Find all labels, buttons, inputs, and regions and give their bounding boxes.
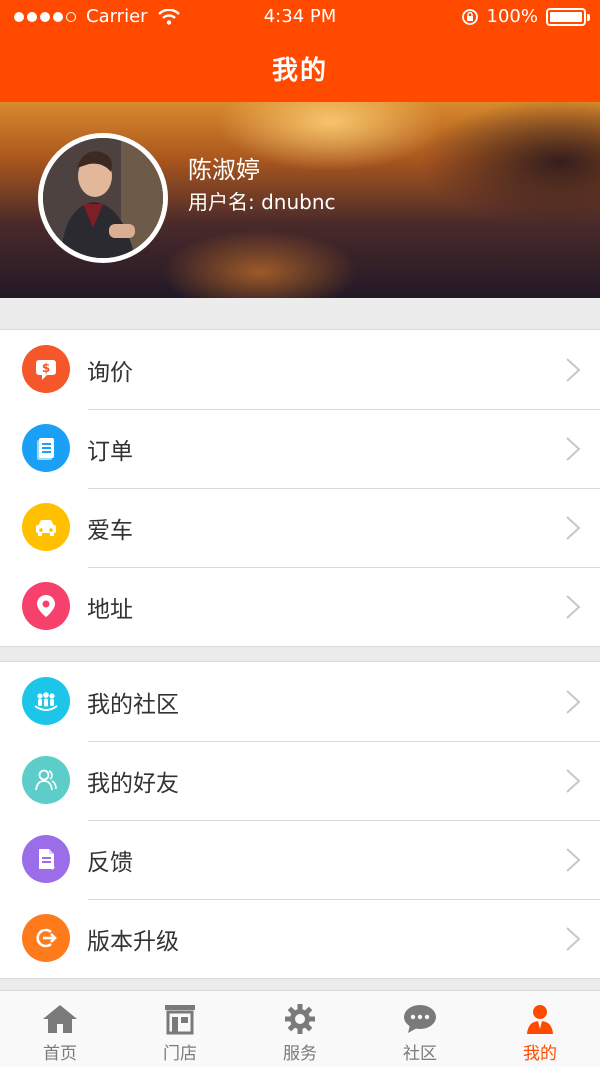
menu-item-label: 反馈 <box>87 849 133 876</box>
tab-label: 首页 <box>43 1044 77 1064</box>
battery-icon <box>546 7 590 26</box>
menu-item-label: 版本升级 <box>87 928 179 955</box>
tab-bar: 首页 门店 服务 社区 我的 <box>0 990 600 1067</box>
avatar-photo <box>43 138 163 258</box>
menu-item-version-upgrade[interactable]: 版本升级 <box>0 899 600 978</box>
profile-name: 陈淑婷 <box>188 156 260 184</box>
battery-percent: 100% <box>486 6 538 27</box>
profile-banner: 陈淑婷 用户名: dnubnc <box>0 102 600 298</box>
community-icon <box>22 677 70 725</box>
document-icon <box>22 424 70 472</box>
location-pin-icon <box>22 582 70 630</box>
chevron-right-icon <box>566 848 581 872</box>
menu-item-inquiry[interactable]: $ 询价 <box>0 330 600 409</box>
tab-home[interactable]: 首页 <box>0 991 120 1067</box>
user-icon <box>527 1005 553 1034</box>
menu-item-address[interactable]: 地址 <box>0 567 600 646</box>
svg-text:$: $ <box>42 361 50 375</box>
menu-item-my-friends[interactable]: 我的好友 <box>0 741 600 820</box>
status-bar: Carrier 4:34 PM 100% <box>0 0 600 34</box>
tab-mine[interactable]: 我的 <box>480 991 600 1067</box>
menu-item-my-car[interactable]: 爱车 <box>0 488 600 567</box>
tab-label: 服务 <box>283 1044 317 1064</box>
menu-item-orders[interactable]: 订单 <box>0 409 600 488</box>
menu-item-my-community[interactable]: 我的社区 <box>0 662 600 741</box>
page-title: 我的 <box>271 56 328 86</box>
chevron-right-icon <box>566 358 581 382</box>
avatar[interactable] <box>38 133 168 263</box>
chevron-right-icon <box>566 437 581 461</box>
chat-bubble-icon <box>404 1005 436 1033</box>
gear-icon <box>285 1004 315 1034</box>
rotation-lock-icon <box>461 8 478 25</box>
menu-item-label: 订单 <box>87 438 133 465</box>
chevron-right-icon <box>566 690 581 714</box>
tab-store[interactable]: 门店 <box>120 991 240 1067</box>
feedback-icon <box>22 835 70 883</box>
tab-label: 我的 <box>523 1044 557 1064</box>
upgrade-icon <box>22 914 70 962</box>
friend-icon <box>22 756 70 804</box>
menu-item-feedback[interactable]: 反馈 <box>0 820 600 899</box>
home-icon <box>43 1005 77 1033</box>
menu-item-label: 我的社区 <box>87 691 179 718</box>
top-bar: Carrier 4:34 PM 100% 我的 <box>0 0 600 102</box>
menu-item-label: 爱车 <box>87 517 133 544</box>
profile-username: 用户名: dnubnc <box>188 190 336 214</box>
chevron-right-icon <box>566 595 581 619</box>
menu-item-label: 我的好友 <box>87 770 179 797</box>
tab-label: 门店 <box>163 1044 197 1064</box>
menu-item-label: 地址 <box>87 596 133 623</box>
menu-item-label: 询价 <box>87 359 133 386</box>
car-icon <box>22 503 70 551</box>
tab-label: 社区 <box>403 1044 437 1064</box>
chevron-right-icon <box>566 927 581 951</box>
menu-group-social: 我的社区 我的好友 反馈 版本升级 <box>0 661 600 979</box>
tab-community[interactable]: 社区 <box>360 991 480 1067</box>
tab-service[interactable]: 服务 <box>240 991 360 1067</box>
store-icon <box>165 1005 195 1035</box>
price-tag-icon: $ <box>22 345 70 393</box>
chevron-right-icon <box>566 769 581 793</box>
menu-group-account: $ 询价 订单 爱车 地址 <box>0 329 600 647</box>
chevron-right-icon <box>566 516 581 540</box>
